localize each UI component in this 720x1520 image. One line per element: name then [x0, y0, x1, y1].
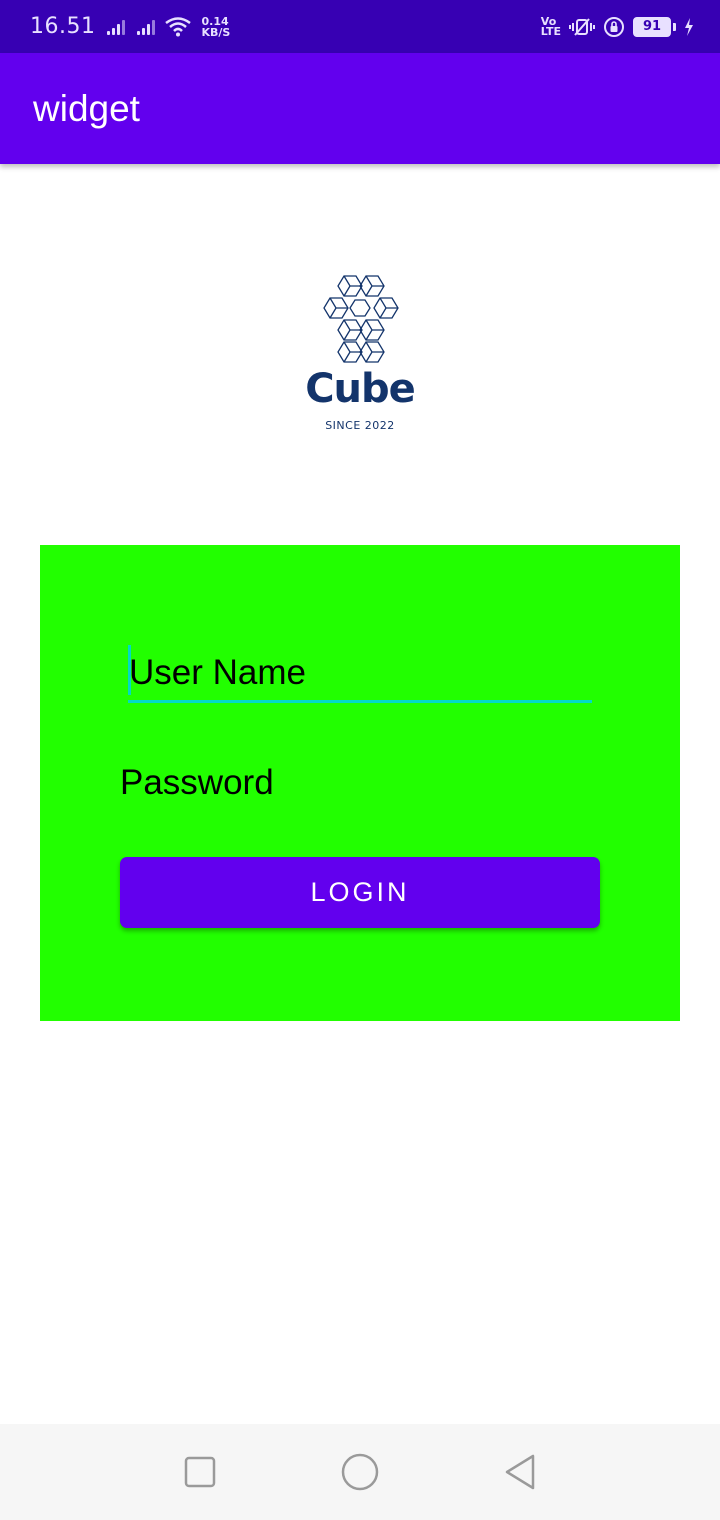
- home-button[interactable]: [335, 1447, 385, 1497]
- app-bar: widget: [0, 53, 720, 164]
- username-input[interactable]: User Name: [128, 645, 592, 703]
- status-right: Vo LTE 91: [541, 16, 694, 38]
- battery-level: 91: [633, 16, 671, 37]
- volte-bottom: LTE: [540, 24, 561, 38]
- charging-icon: [685, 17, 693, 36]
- back-button[interactable]: [495, 1447, 545, 1497]
- cube-logo: Cube SINCE 2022: [300, 272, 420, 437]
- signal-icon-2: [137, 19, 156, 35]
- signal-icon: [107, 19, 126, 35]
- back-icon: [505, 1454, 535, 1490]
- logo-tagline: SINCE 2022: [325, 419, 395, 432]
- recents-icon: [184, 1456, 216, 1488]
- home-icon: [341, 1453, 379, 1491]
- cube-logo-icon: [323, 275, 399, 363]
- password-input[interactable]: Password: [120, 763, 592, 815]
- rotation-lock-icon: [604, 16, 624, 37]
- battery-tip: [673, 22, 676, 31]
- battery-icon: 91: [633, 16, 676, 37]
- status-bar: 16.51 0.14 KB/S Vo LTE 91: [0, 0, 720, 53]
- password-placeholder: Password: [120, 763, 274, 802]
- status-left: 16.51 0.14 KB/S: [30, 14, 230, 39]
- nav-bar: [0, 1424, 720, 1520]
- net-speed-unit: KB/S: [201, 25, 231, 39]
- volte-icon: Vo LTE: [540, 16, 561, 38]
- vibrate-icon: [569, 17, 595, 36]
- recents-button[interactable]: [175, 1447, 225, 1497]
- net-speed-value: 0.14: [201, 14, 229, 28]
- net-speed: 0.14 KB/S: [201, 16, 230, 38]
- logo-wordmark: Cube: [305, 366, 416, 412]
- wifi-icon: [165, 16, 192, 36]
- login-button[interactable]: LOGIN: [120, 857, 600, 928]
- login-panel: User Name Password LOGIN: [40, 545, 680, 1021]
- status-time: 16.51: [30, 14, 96, 39]
- app-title: widget: [33, 87, 140, 129]
- username-placeholder: User Name: [129, 653, 306, 692]
